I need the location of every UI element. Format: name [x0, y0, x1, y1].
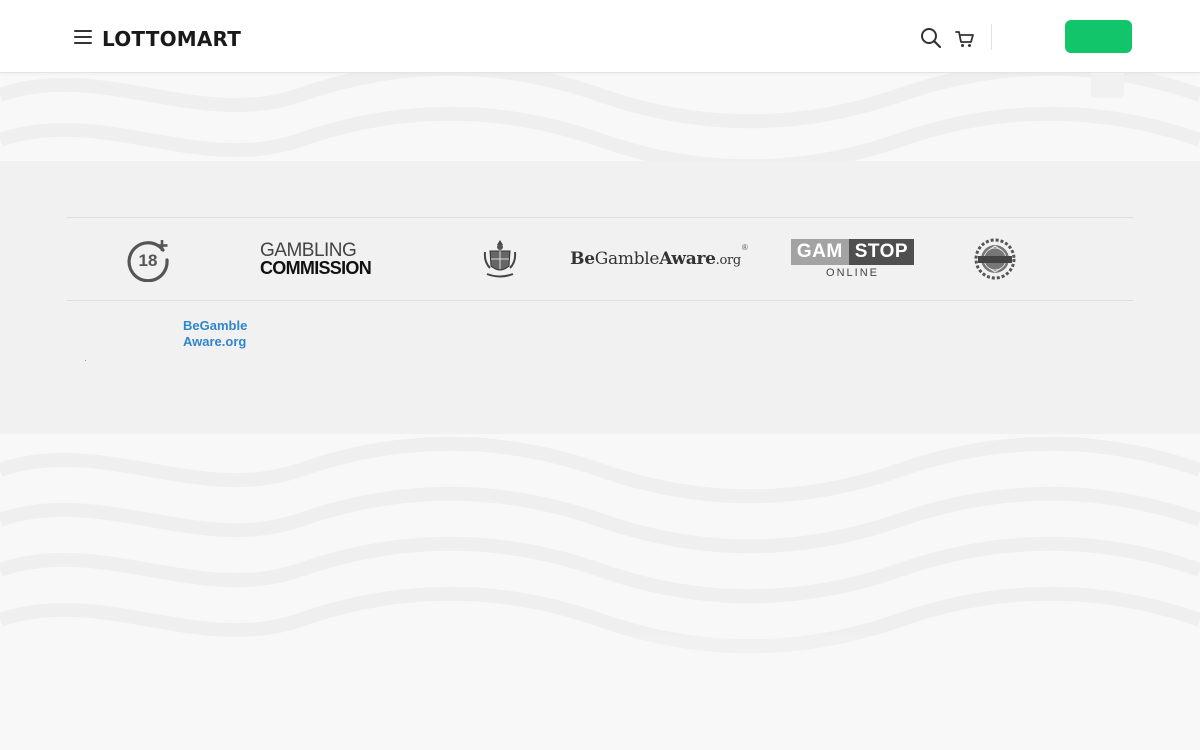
verified-seal-logo[interactable] — [970, 218, 1020, 300]
gamstop-online: ONLINE — [826, 267, 879, 279]
gamstop-gam: GAM — [790, 239, 849, 265]
gamstop-stop: STOP — [848, 239, 915, 265]
search-icon[interactable] — [920, 27, 942, 49]
cart-icon[interactable] — [954, 27, 976, 49]
verified-seal-icon — [974, 238, 1016, 280]
begambleaware-wordmark: BeGambleAware.org — [570, 249, 741, 269]
svg-text:18: 18 — [139, 251, 158, 270]
begambleaware-link[interactable]: BeGamble Aware.org — [183, 318, 273, 350]
gambling-commission-line1: GAMBLING — [260, 239, 357, 261]
menu-icon[interactable] — [74, 30, 92, 46]
dropdown-tab[interactable] — [1091, 73, 1124, 98]
login-button[interactable] — [1065, 20, 1132, 53]
site-logo[interactable]: LOTTOMART — [102, 27, 241, 51]
divider — [67, 300, 1133, 301]
registered-mark: ® — [741, 242, 748, 252]
decorative-dot — [85, 360, 86, 361]
header-divider — [991, 24, 992, 50]
footer-compliance-section: 18 GAMBLING COMMISSION BeGambleAware.org… — [0, 161, 1200, 434]
gamstop-logo[interactable]: GAM STOP ONLINE — [785, 218, 920, 300]
crest-icon — [483, 240, 517, 278]
age-restriction-logo[interactable]: 18 — [120, 218, 180, 300]
site-header: LOTTOMART — [0, 0, 1200, 73]
gambling-commission-line2: COMMISSION — [260, 257, 372, 278]
begambleaware-logo[interactable]: BeGambleAware.org ® — [570, 218, 748, 300]
gambling-commission-logo[interactable]: GAMBLING COMMISSION — [260, 218, 390, 300]
crest-logo[interactable] — [478, 218, 522, 300]
age-restriction-icon: 18 — [127, 240, 169, 282]
